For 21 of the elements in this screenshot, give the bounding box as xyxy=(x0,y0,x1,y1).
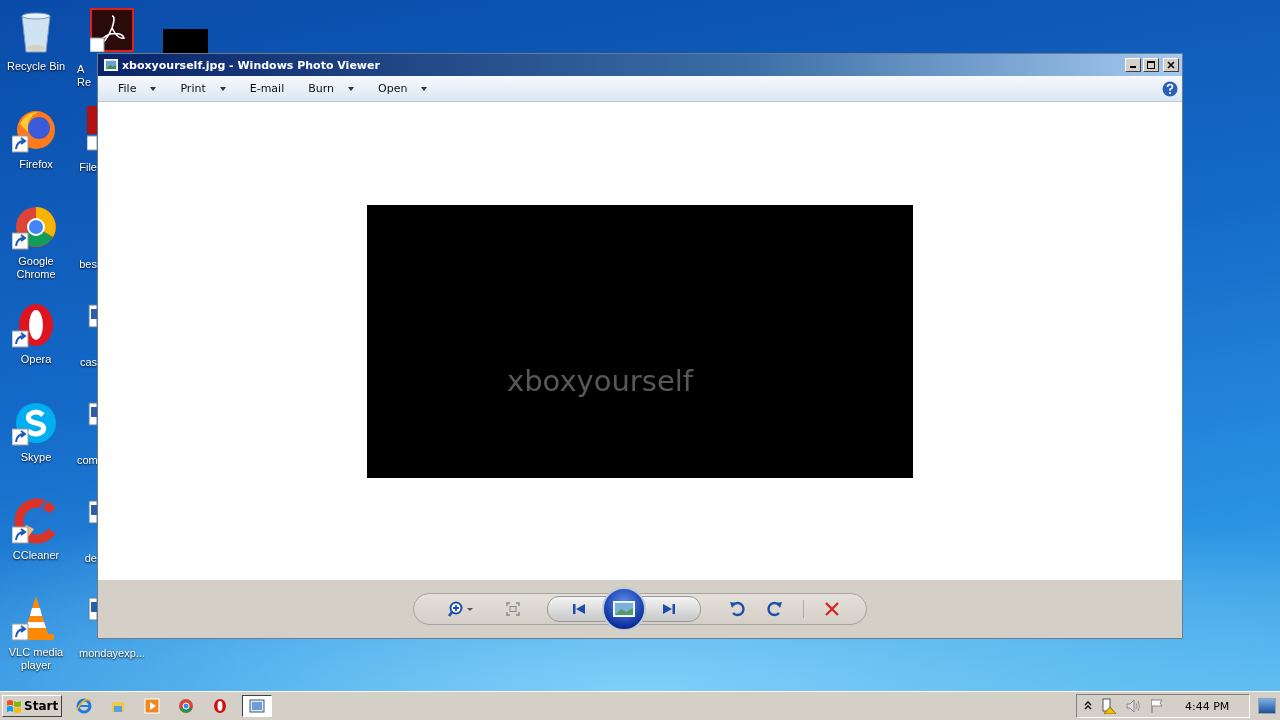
clock[interactable]: 4:44 PM xyxy=(1185,699,1239,713)
menu-button[interactable]: E-mail xyxy=(239,79,295,98)
menu-button[interactable]: Open xyxy=(368,79,438,98)
window-title: xboxyourself.jpg - Windows Photo Viewer xyxy=(122,58,381,72)
icon-label[interactable]: Recycle Bin xyxy=(6,60,66,73)
start-button[interactable]: Start xyxy=(2,695,63,717)
icon-label[interactable]: Opera xyxy=(20,353,52,367)
icon-label[interactable]: A Re xyxy=(77,63,97,89)
image-text: xboxyourself xyxy=(507,363,693,398)
icon-label[interactable]: File xyxy=(79,160,97,174)
icon-label[interactable]: Skype xyxy=(20,450,52,464)
icon-label[interactable]: Firefox xyxy=(19,157,53,171)
icon-label[interactable]: CCleaner xyxy=(12,548,60,562)
icon-label[interactable]: Google Chrome xyxy=(3,255,69,282)
icon-label[interactable]: bes xyxy=(79,258,97,272)
icon-label[interactable]: de xyxy=(84,551,97,565)
icon-label[interactable]: cas xyxy=(79,356,97,370)
menu-button[interactable]: Print xyxy=(170,79,236,98)
menu-button[interactable]: File xyxy=(108,79,167,98)
menu-button[interactable]: Burn xyxy=(298,79,365,98)
icon-label[interactable]: com xyxy=(77,453,97,467)
